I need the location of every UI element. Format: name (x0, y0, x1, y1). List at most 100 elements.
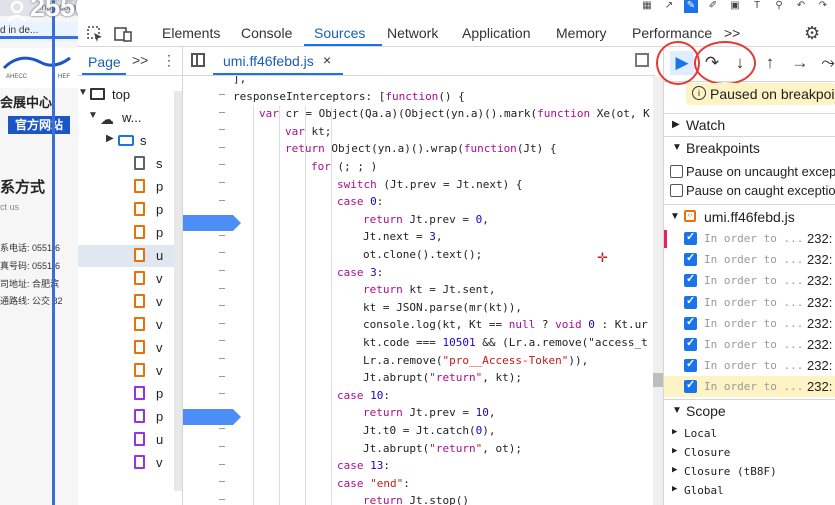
tree-item[interactable]: p (78, 406, 174, 428)
tree-item-label: v (156, 363, 163, 378)
breakpoint-entry[interactable]: In order to ...232: (664, 292, 835, 313)
grid-icon[interactable]: ▦ (640, 0, 654, 13)
step-button[interactable]: → (788, 51, 812, 75)
watch-section-header[interactable]: ▶ Watch (664, 113, 835, 136)
tab-network[interactable]: Network (387, 25, 438, 41)
scope-section-header[interactable]: ▼ Scope (664, 399, 835, 422)
tree-item[interactable]: p (78, 176, 174, 198)
line-dash (219, 481, 225, 483)
more-tabs-button[interactable]: >> (724, 25, 740, 41)
breakpoint-checkbox[interactable] (684, 378, 697, 394)
file-icon (134, 432, 145, 446)
code-line: console.log(kt, Kt == null ? void 0 : Kt… (363, 318, 648, 332)
exhibition-center-heading: 会展中心 (0, 95, 53, 110)
navigator-scrollbar[interactable] (174, 91, 182, 491)
tab-sources[interactable]: Sources (314, 25, 365, 41)
tab-performance[interactable]: Performance (632, 25, 712, 41)
breakpoint-entry[interactable]: In order to ...232: (664, 355, 835, 376)
breakpoint-checkbox[interactable] (684, 315, 697, 330)
tree-item[interactable]: ▶ s (78, 130, 174, 152)
breakpoint-checkbox[interactable] (684, 294, 697, 309)
gear-icon[interactable]: ⚙ (804, 23, 820, 44)
breakpoint-line: 232: (807, 337, 833, 352)
device-toolbar-icon[interactable] (114, 25, 132, 43)
editor-scroll-thumb[interactable] (653, 373, 663, 387)
tree-item[interactable]: v (78, 360, 174, 382)
pin-icon[interactable]: ⚲ (772, 0, 786, 13)
breakpoint-entry[interactable]: In order to ...232: (664, 334, 835, 355)
close-icon[interactable]: × (323, 52, 331, 68)
step-out-button[interactable]: ↑ (758, 51, 782, 75)
breakpoint-marker[interactable] (183, 409, 241, 425)
tab-application[interactable]: Application (462, 25, 531, 41)
tree-item[interactable]: ▼ top (78, 84, 174, 106)
tab-memory[interactable]: Memory (556, 25, 607, 41)
breakpoint-checkbox[interactable] (684, 336, 697, 351)
tree-item[interactable]: p (78, 383, 174, 405)
breakpoint-checkbox[interactable] (684, 357, 697, 373)
tree-item[interactable]: p (78, 222, 174, 244)
collapse-icon[interactable]: ▼ (88, 110, 98, 121)
breakpoint-marker[interactable] (183, 215, 241, 231)
breakpoint-entry[interactable]: In order to ...232: (664, 313, 835, 334)
tree-item[interactable]: s (78, 153, 174, 175)
pause-uncaught-row[interactable]: Pause on uncaught exceptions (664, 162, 835, 182)
tab-page[interactable]: Page (88, 54, 121, 70)
breakpoint-snippet: In order to ... (704, 359, 804, 373)
undo-icon[interactable]: ↶ (794, 0, 808, 13)
redo-icon[interactable]: ↷ (816, 0, 830, 13)
line-dash (219, 287, 225, 289)
tree-item[interactable]: v (78, 314, 174, 336)
pause-caught-checkbox[interactable] (670, 184, 683, 197)
collapse-icon[interactable]: ▼ (78, 87, 88, 98)
deactivate-breakpoints-button[interactable]: ⤳ (816, 51, 835, 75)
scope-item[interactable]: ▶ Closure (tB8F) (664, 462, 835, 481)
expand-icon[interactable]: ▶ (106, 133, 114, 144)
tree-item[interactable]: v (78, 337, 174, 359)
inspect-element-icon[interactable] (86, 25, 104, 43)
tab-elements[interactable]: Elements (162, 25, 220, 41)
tree-item[interactable]: u (78, 429, 174, 451)
pause-uncaught-checkbox[interactable] (670, 165, 683, 178)
official-site-button[interactable]: 官方网站 (8, 116, 70, 134)
editor-scrollbar[interactable] (653, 76, 663, 505)
pause-caught-row[interactable]: Pause on caught exceptions (664, 181, 835, 201)
breakpoint-checkbox[interactable] (684, 251, 697, 267)
line-dash (219, 94, 225, 95)
overlay-count: 2556 (7, 0, 78, 23)
tree-item[interactable]: v (78, 452, 174, 474)
open-file-tab[interactable]: umi.ff46febd.js × (213, 47, 333, 75)
breakpoint-line: 232: (807, 273, 833, 289)
pen-icon[interactable]: ✎ (684, 0, 698, 13)
toggle-debugger-icon[interactable] (635, 53, 649, 67)
tree-item[interactable]: v (78, 291, 174, 313)
breakpoint-entry[interactable]: In order to ...232: (664, 249, 835, 270)
toggle-navigator-icon[interactable] (191, 53, 205, 67)
breakpoint-entry[interactable]: In order to ...232: (664, 228, 835, 249)
tree-item[interactable]: p (78, 199, 174, 221)
tree-item[interactable]: v (78, 268, 174, 290)
breakpoint-file-group[interactable]: ▼ ‹› umi.ff46febd.js (664, 207, 835, 227)
brush-icon[interactable]: ✐ (706, 0, 720, 13)
breakpoint-checkbox[interactable] (684, 230, 697, 245)
line-dash (219, 463, 225, 465)
line-gutter[interactable] (183, 76, 241, 505)
scope-item[interactable]: ▶ Global (664, 481, 835, 500)
crop-icon[interactable]: ▣ (728, 0, 742, 13)
annotation-circle-2 (694, 41, 756, 85)
breakpoint-checkbox[interactable] (684, 272, 697, 288)
tab-console[interactable]: Console (241, 25, 292, 41)
scope-item[interactable]: ▶ Closure (664, 443, 835, 462)
scope-item[interactable]: ▶ Local (664, 424, 835, 443)
breakpoints-section-header[interactable]: ▼ Breakpoints (664, 136, 835, 159)
text-icon[interactable]: T (750, 0, 764, 13)
tree-item[interactable]: u (78, 245, 174, 267)
chart-icon[interactable]: ↗ (662, 0, 676, 13)
kebab-menu-icon[interactable]: ⋮ (162, 52, 176, 69)
breakpoint-entry[interactable]: In order to ...232: (664, 376, 835, 398)
navigator-more-button[interactable]: >> (132, 52, 148, 68)
breakpoint-entry[interactable]: In order to ...232: (664, 270, 835, 291)
tree-item[interactable]: ▼ ☁ w... (78, 107, 174, 129)
code-editor[interactable]: ], responseInterceptors: [function() {var… (233, 76, 653, 505)
line-dash (219, 199, 225, 201)
